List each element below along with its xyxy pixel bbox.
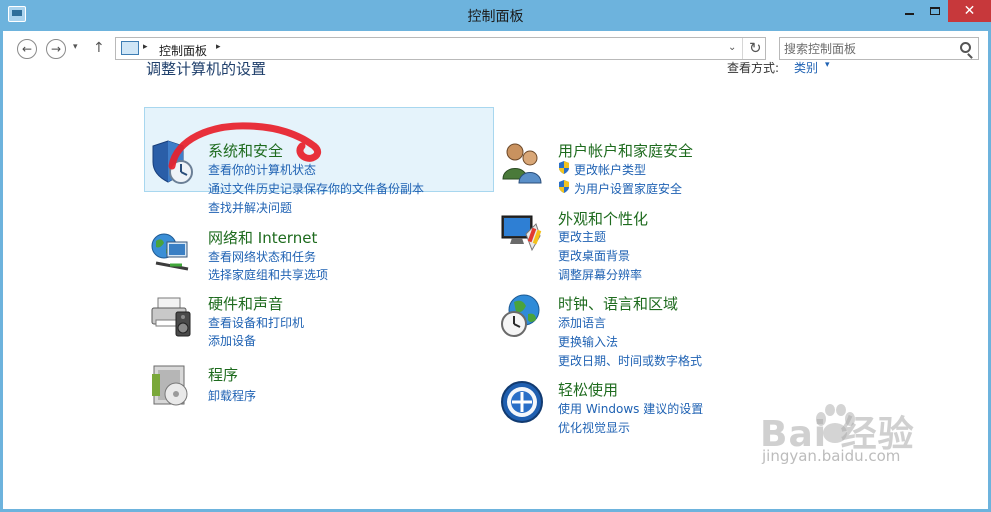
uac-shield-icon <box>559 180 569 193</box>
category-title-programs[interactable]: 程序 <box>208 364 238 385</box>
monitor-palette-icon[interactable] <box>500 210 544 254</box>
minimize-button[interactable] <box>896 0 922 22</box>
close-button[interactable]: ✕ <box>948 0 991 22</box>
breadcrumb-separator[interactable]: ▸ <box>216 42 221 52</box>
address-divider <box>742 38 743 59</box>
link-optimize-visual-display[interactable]: 优化视觉显示 <box>558 419 630 436</box>
category-title-ease-of-access[interactable]: 轻松使用 <box>558 379 618 400</box>
search-box[interactable] <box>779 37 979 60</box>
link-screen-resolution[interactable]: 调整屏幕分辨率 <box>558 266 642 283</box>
uac-shield-icon <box>559 161 569 174</box>
link-add-device[interactable]: 添加设备 <box>208 332 256 349</box>
link-windows-recommended-settings[interactable]: 使用 Windows 建议的设置 <box>558 400 703 417</box>
watermark-url: jingyan.baidu.com <box>762 447 901 465</box>
link-devices-printers[interactable]: 查看设备和打印机 <box>208 314 304 331</box>
category-title-network-internet[interactable]: 网络和 Internet <box>208 227 317 248</box>
link-desktop-background[interactable]: 更改桌面背景 <box>558 247 630 264</box>
page-title: 调整计算机的设置 <box>146 60 267 78</box>
link-add-language[interactable]: 添加语言 <box>558 314 606 331</box>
minimize-icon <box>904 13 914 15</box>
breadcrumb-control-panel[interactable]: 控制面板 <box>159 42 207 59</box>
title-bar: 控制面板 ✕ <box>0 0 991 31</box>
link-network-status[interactable]: 查看网络状态和任务 <box>208 248 316 265</box>
chevron-down-icon[interactable]: ▾ <box>825 60 830 70</box>
refresh-button[interactable]: ↻ <box>749 39 762 57</box>
back-button[interactable]: ← <box>17 39 37 59</box>
up-button[interactable]: ↑ <box>93 40 105 56</box>
maximize-icon <box>930 7 940 15</box>
control-panel-icon <box>121 41 139 55</box>
search-input[interactable] <box>784 40 954 57</box>
category-title-user-accounts[interactable]: 用户帐户和家庭安全 <box>558 140 693 161</box>
printer-speaker-icon[interactable] <box>150 294 194 338</box>
category-title-appearance[interactable]: 外观和个性化 <box>558 208 648 229</box>
search-icon[interactable] <box>960 42 971 53</box>
recent-locations-dropdown[interactable]: ▾ <box>73 42 78 52</box>
address-history-dropdown[interactable]: ⌄ <box>728 42 736 53</box>
address-bar[interactable]: ▸ 控制面板 ▸ ⌄ ↻ <box>115 37 766 60</box>
category-title-clock-language[interactable]: 时钟、语言和区域 <box>558 293 678 314</box>
shield-clock-icon[interactable] <box>150 140 194 184</box>
link-change-theme[interactable]: 更改主题 <box>558 228 606 245</box>
forward-button[interactable]: → <box>46 39 66 59</box>
maximize-button[interactable] <box>922 0 948 22</box>
link-view-computer-status[interactable]: 查看你的计算机状态 <box>208 161 316 178</box>
link-change-account-type[interactable]: 更改帐户类型 <box>574 161 646 178</box>
link-file-history-backup[interactable]: 通过文件历史记录保存你的文件备份副本 <box>208 180 424 197</box>
globe-clock-icon[interactable] <box>500 294 544 338</box>
programs-box-icon[interactable] <box>150 364 194 408</box>
link-family-safety[interactable]: 为用户设置家庭安全 <box>574 180 682 197</box>
link-troubleshoot[interactable]: 查找并解决问题 <box>208 199 292 216</box>
view-by-label: 查看方式: <box>727 61 780 75</box>
breadcrumb-separator[interactable]: ▸ <box>143 42 148 52</box>
ease-of-access-icon[interactable] <box>500 380 544 424</box>
link-homegroup-sharing[interactable]: 选择家庭组和共享选项 <box>208 266 328 283</box>
link-date-time-format[interactable]: 更改日期、时间或数字格式 <box>558 352 702 369</box>
link-change-input-method[interactable]: 更换输入法 <box>558 333 618 350</box>
view-by-dropdown[interactable]: 类别 <box>794 59 818 76</box>
network-globe-icon[interactable] <box>150 229 194 273</box>
link-uninstall-program[interactable]: 卸载程序 <box>208 387 256 404</box>
users-icon[interactable] <box>500 141 544 185</box>
category-title-hardware-sound[interactable]: 硬件和声音 <box>208 293 283 314</box>
window-title: 控制面板 <box>467 9 524 25</box>
category-title-system-security[interactable]: 系统和安全 <box>208 140 283 161</box>
